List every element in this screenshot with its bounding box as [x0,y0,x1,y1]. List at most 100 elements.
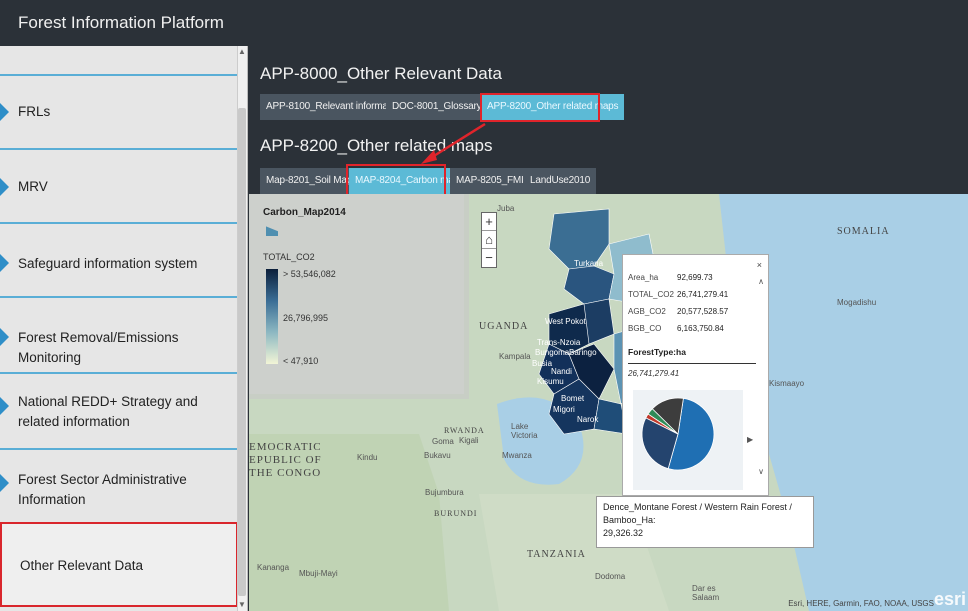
popup-scroll-up-icon[interactable]: ∧ [758,277,764,286]
map-label: Turkana [574,259,604,268]
popup-field-value: 26,741,279.41 [677,290,729,299]
map-label: BURUNDI [434,509,478,518]
popup-field-value: 92,699.73 [677,273,713,282]
sidebar-item-label: MRV [18,179,48,194]
sidebar-item-label: Forest Removal/Emissions Monitoring [18,330,179,365]
map-label: EMOCRATIC [249,441,322,453]
map-label: Trans-Nzoia [537,338,581,347]
zoom-in-button[interactable]: + [482,213,496,231]
home-icon[interactable]: ⌂ [482,231,496,249]
popup-field-key: TOTAL_CO2 [628,290,674,299]
popup-field-value: 20,577,528.57 [677,307,729,316]
esri-logo: esri [933,589,966,609]
feature-popup: × Area_ha 92,699.73 TOTAL_CO2 26,741,279… [622,254,769,496]
map-label: TANZANIA [527,549,586,560]
popup-field-key: BGB_CO [628,324,662,333]
sidebar-item-label: FRLs [18,104,51,119]
map-label: Kisumu [537,377,564,386]
sidebar-item-label: Safeguard information system [18,256,198,271]
map-label: West Pokot [545,317,586,326]
chevron-right-icon [0,328,9,346]
legend-mid: 26,796,995 [283,313,329,323]
map-label: THE CONGO [249,467,322,479]
chevron-right-icon [0,178,9,196]
tooltip-value: 29,326.32 [603,528,644,538]
sidebar-item-forest-sector-admin[interactable]: Forest Sector Administrative Information [0,448,238,522]
map-label: Bukavu [424,451,451,460]
chevron-right-icon [0,397,9,415]
map-label: SOMALIA [837,226,890,237]
popup-scroll-down-icon[interactable]: ∨ [758,467,764,476]
carbon-map[interactable]: Carbon_Map2014 TOTAL_CO2 > 53,546,082 26… [249,194,968,611]
sidebar-item-label: Forest Sector Administrative Information [18,472,187,507]
map-attribution: Esri, HERE, Garmin, FAO, NOAA, USGS [788,599,934,608]
chevron-right-icon [0,254,9,272]
map-label: Goma [432,437,454,446]
sidebar-item-redd-strategy[interactable]: National REDD+ Strategy and related info… [0,372,238,448]
map-legend: Carbon_Map2014 TOTAL_CO2 > 53,546,082 26… [249,194,469,399]
map-label: Narok [577,415,599,424]
pie-chart-area [633,390,743,490]
map-label: Busia [532,359,553,368]
scrollbar-thumb[interactable] [238,108,246,596]
zoom-out-button[interactable]: − [482,249,496,267]
forest-type-value: 26,741,279.41 [628,369,680,378]
map-label: Lake Victoria [511,422,538,440]
map-label: Mbuji-Mayi [299,569,338,578]
map-label: Kismaayo [769,379,805,388]
legend-min: < 47,910 [283,356,319,366]
map-label: Dar es [692,584,716,593]
tooltip-line: Bamboo_Ha: [603,515,656,525]
map-label: Mwanza [502,451,532,460]
forest-type-pie-chart[interactable] [633,390,743,490]
sidebar-scrollbar[interactable]: ▲ ▼ [237,46,247,611]
map-label: Kindu [357,453,378,462]
map-label: Bomet [561,394,585,403]
legend-max: > 53,546,082 [283,269,336,279]
popup-field-value: 6,163,750.84 [677,324,724,333]
sidebar-item-frls[interactable]: FRLs [0,74,238,148]
sidebar-item-mrv[interactable]: MRV [0,148,238,222]
popup-field-key: AGB_CO2 [628,307,666,316]
map-label: Dodoma [595,572,626,581]
chevron-right-icon [0,474,9,492]
scroll-up-icon[interactable]: ▲ [237,46,247,58]
map-label: Nandi [551,367,572,376]
scroll-down-icon[interactable]: ▼ [237,599,247,611]
top-bar: Forest Information Platform [0,0,968,46]
sidebar-item-label: National REDD+ Strategy and related info… [18,394,198,429]
map-label: Bungoma [535,348,570,357]
app-title: Forest Information Platform [18,13,224,32]
close-icon[interactable]: × [757,260,762,270]
popup-field-key: Area_ha [628,273,659,282]
pie-tooltip: Dence_Montane Forest / Western Rain Fore… [596,496,814,548]
legend-swatch [266,226,278,236]
map-label: Mogadishu [837,298,877,307]
map-label: Kananga [257,563,290,572]
chevron-right-icon[interactable]: ▶ [747,435,753,444]
sidebar-item-forest-removal[interactable]: Forest Removal/Emissions Monitoring [0,296,238,372]
map-label: Kigali [459,436,479,445]
divider [628,363,756,364]
attribution-text: Esri, HERE, Garmin, FAO, NOAA, USGS [788,599,934,608]
map-label: Salaam [692,593,720,602]
legend-color-ramp [266,269,278,364]
legend-field: TOTAL_CO2 [263,252,315,262]
map-label: Kampala [499,352,531,361]
sidebar-item-label: Other Relevant Data [20,558,144,573]
sidebar-item-other-relevant-data[interactable]: Other Relevant Data [0,522,238,607]
map-label: RWANDA [444,426,485,435]
map-label: UGANDA [479,321,529,332]
map-label: Juba [497,204,515,213]
map-label: EPUBLIC OF [249,454,322,466]
map-label: Baringo [569,348,597,357]
legend-layer-title: Carbon_Map2014 [263,207,346,218]
chevron-right-icon [0,103,9,121]
zoom-controls: + ⌂ − [481,212,497,268]
sidebar-item-safeguard[interactable]: Safeguard information system [0,222,238,296]
annotation-arrow [421,122,486,164]
tooltip-line: Dence_Montane Forest / Western Rain Fore… [603,502,792,512]
sidebar: FRLs MRV Safeguard information system Fo… [0,46,248,611]
map-label: Migori [553,405,575,414]
map-label: Bujumbura [425,488,464,497]
